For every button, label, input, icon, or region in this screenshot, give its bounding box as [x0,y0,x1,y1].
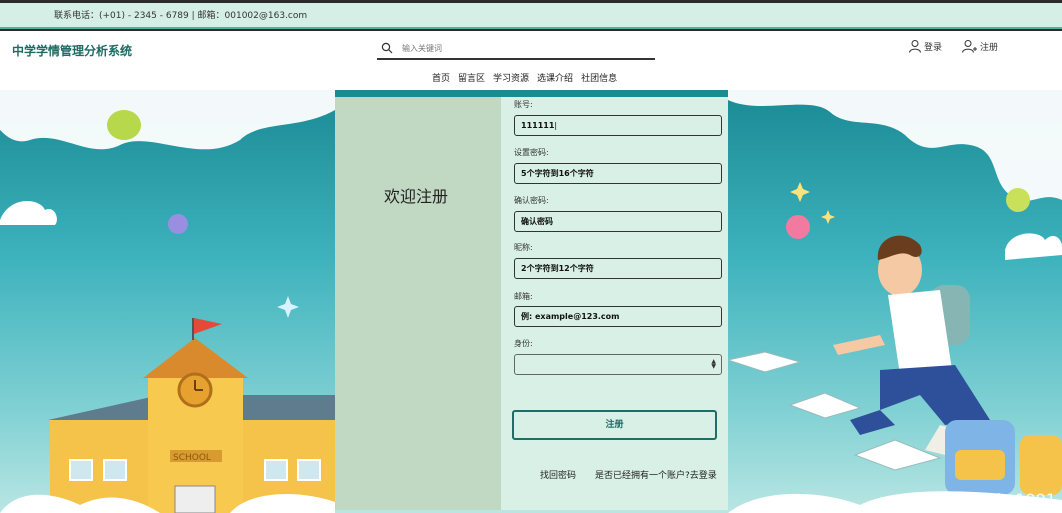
password-input[interactable]: 5个字符到16个字符 [514,163,722,184]
site-logo[interactable]: 中学学情管理分析系统 [12,42,132,59]
csdn-watermark: CSDN @kybs1991 [911,490,1056,509]
email-input[interactable]: 例: example@123.com [514,306,722,327]
search-icon[interactable] [381,42,393,54]
email-label: 邮箱: [514,292,533,301]
add-user-icon [962,40,977,53]
identity-label: 身份: [514,339,533,348]
find-password-link[interactable]: 找回密码 [540,468,576,481]
account-input[interactable]: 111111| [514,115,722,136]
account-label: 账号: [514,100,533,109]
confirm-password-input[interactable]: 确认密码 [514,211,722,232]
header: 中学学情管理分析系统 登录 注册 首页 留言区 学习资源 选课介绍 社团信息 [0,31,1062,90]
main-nav: 首页 留言区 学习资源 选课介绍 社团信息 [432,71,617,84]
account-value: 111111 [521,121,555,130]
panel-left: 欢迎注册 [335,97,501,510]
nav-item-courses[interactable]: 选课介绍 [537,71,573,84]
search-bar [377,38,655,60]
nav-item-resources[interactable]: 学习资源 [493,71,529,84]
nickname-label: 昵称: [514,243,533,252]
search-input[interactable] [402,40,642,56]
register-submit-button[interactable]: 注册 [512,410,717,440]
contact-bar: 联系电话：(+01) - 2345 - 6789 | 邮箱：001002@163… [0,3,1062,29]
contact-info: 联系电话：(+01) - 2345 - 6789 | 邮箱：001002@163… [54,11,308,21]
register-link[interactable]: 注册 [962,39,998,53]
nav-item-messages[interactable]: 留言区 [458,71,485,84]
login-label: 登录 [924,42,943,53]
select-arrow-icon: ▲ ▼ [711,358,716,370]
confirm-password-label: 确认密码: [514,196,549,205]
register-form: 账号: 111111| 设置密码: 5个字符到16个字符 确认密码: 确认密码 … [501,97,728,510]
welcome-title: 欢迎注册 [384,187,449,206]
register-label: 注册 [980,42,999,53]
register-panel: 欢迎注册 账号: 111111| 设置密码: 5个字符到16个字符 确认密码: … [335,97,728,510]
nav-item-home[interactable]: 首页 [432,71,450,84]
school-sign: SCHOOL [173,453,211,463]
login-link[interactable]: 登录 [908,39,942,53]
nickname-input[interactable]: 2个字符到12个字符 [514,258,722,279]
nav-item-clubs[interactable]: 社团信息 [581,71,617,84]
identity-select[interactable]: ▲ ▼ [514,354,722,375]
user-icon [909,40,921,53]
password-label: 设置密码: [514,148,549,157]
go-login-link[interactable]: 是否已经拥有一个账户?去登录 [595,468,717,481]
